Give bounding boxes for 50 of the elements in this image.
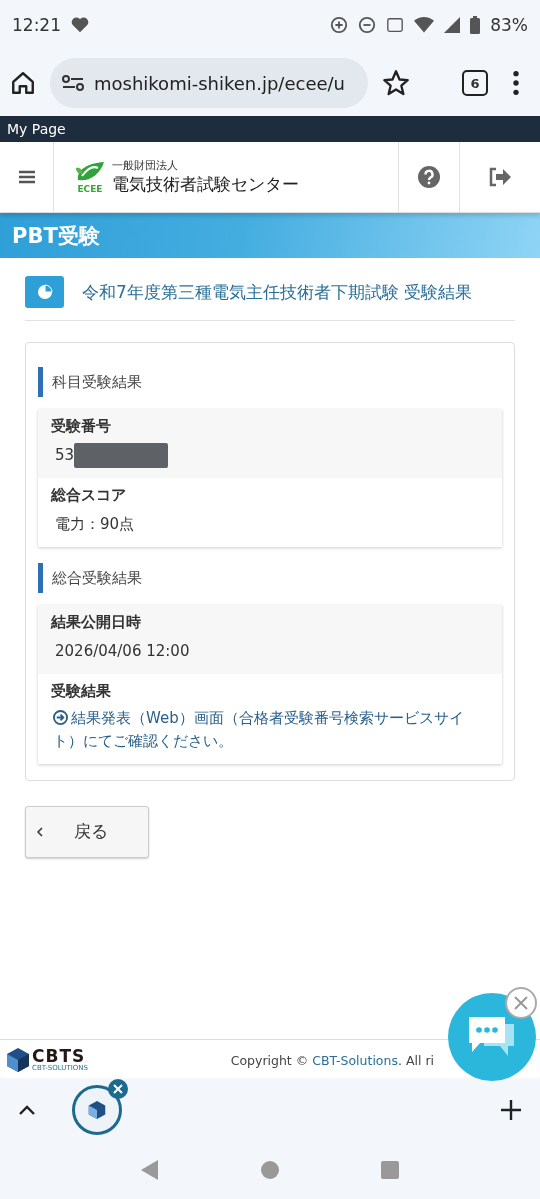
chevron-up-icon[interactable] (18, 1104, 36, 1116)
close-icon (113, 1084, 123, 1094)
organization-type: 一般財団法人 (112, 158, 179, 173)
heart-icon (71, 17, 89, 33)
help-icon[interactable] (418, 166, 440, 188)
close-chat-button[interactable] (505, 987, 537, 1019)
organization-name: 電気技術者試験センター (112, 173, 299, 196)
footer-logo-text: CBTS (32, 1048, 86, 1065)
page-title: 令和7年度第三種電気主任技術者下期試験 受験結果 (82, 280, 473, 304)
field-label: 総合スコア (51, 486, 127, 505)
recents-nav-icon[interactable] (380, 1159, 400, 1180)
cube-logo-icon (88, 1100, 106, 1120)
company-link[interactable]: CBT-Solutions (312, 1052, 398, 1068)
logo-mark-text: ECEE (77, 184, 103, 194)
banner-title: PBT受験 (12, 222, 100, 250)
close-icon (513, 995, 529, 1011)
field-value: 電力：90点 (55, 514, 135, 534)
section-heading: 総合受験結果 (38, 563, 502, 593)
field-label: 受験番号 (51, 417, 112, 436)
battery-level: 83% (490, 15, 528, 35)
tab-thumbnail[interactable] (72, 1085, 122, 1135)
field-label: 受験結果 (51, 682, 112, 701)
back-button[interactable]: 戻る (25, 805, 149, 858)
data-saver-icon (330, 16, 349, 34)
field-label: 結果公開日時 (51, 613, 142, 632)
arrow-circle-icon (53, 710, 68, 725)
star-icon[interactable] (382, 69, 410, 97)
back-nav-icon[interactable] (140, 1158, 160, 1181)
menu-icon[interactable] (18, 170, 35, 184)
wifi-icon (414, 17, 435, 33)
clock-time: 12:21 (12, 15, 61, 35)
cube-logo-icon (6, 1047, 30, 1073)
home-icon[interactable] (10, 70, 36, 96)
battery-icon (470, 16, 481, 34)
plus-icon[interactable] (500, 1099, 522, 1121)
chart-icon (25, 276, 64, 308)
close-tab-button[interactable] (108, 1079, 128, 1099)
result-link[interactable]: 結果発表（Web）画面（合格者受験番号検索サービスサイト）にてご確認ください。 (51, 707, 489, 754)
top-bar-title: My Page (7, 121, 66, 137)
section-heading: 科目受験結果 (38, 367, 502, 397)
site-settings-icon (62, 74, 84, 92)
do-not-disturb-icon (358, 16, 377, 34)
address-bar[interactable]: moshikomi-shiken.jp/ecee/u (50, 58, 368, 108)
tab-count-button[interactable]: 6 (462, 70, 488, 96)
home-nav-icon[interactable] (260, 1159, 280, 1180)
logout-icon[interactable] (488, 167, 512, 187)
field-value: 2026/04/06 12:00 (55, 642, 190, 660)
chevron-left-icon (36, 825, 44, 838)
signal-icon (444, 17, 461, 33)
field-value: 53 (55, 446, 75, 464)
